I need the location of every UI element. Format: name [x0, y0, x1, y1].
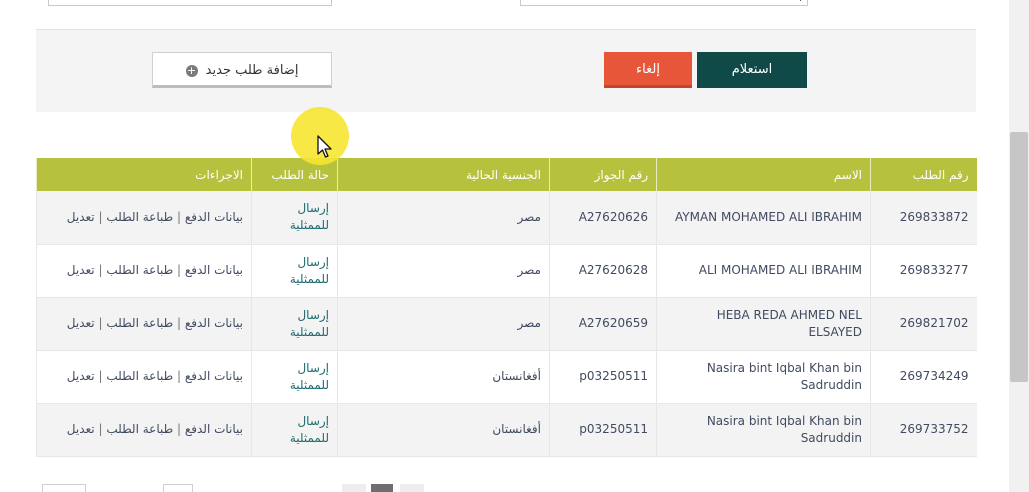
- edit-link[interactable]: تعديل: [67, 263, 95, 277]
- cell-request-no: 269733752: [870, 403, 977, 457]
- cell-request-no: 269821702: [870, 297, 977, 351]
- add-new-label: إضافة طلب جديد: [205, 63, 299, 78]
- print-request-link[interactable]: طباعة الطلب: [106, 210, 173, 224]
- edit-link[interactable]: تعديل: [67, 369, 95, 383]
- print-request-link[interactable]: طباعة الطلب: [106, 369, 173, 383]
- cell-request-no: 269833872: [870, 191, 977, 245]
- separator: |: [98, 369, 103, 383]
- pager-button[interactable]: [400, 484, 424, 492]
- cell-request-no: 269833277: [870, 244, 977, 298]
- cell-passport-no: A27620659: [549, 297, 657, 351]
- pager-page-size-select[interactable]: [42, 484, 86, 492]
- cancel-label: إلغاء: [636, 62, 660, 77]
- header-name[interactable]: الاسم: [656, 158, 871, 191]
- payment-data-link[interactable]: بيانات الدفع: [185, 369, 243, 383]
- payment-data-link[interactable]: بيانات الدفع: [185, 263, 243, 277]
- print-request-link[interactable]: طباعة الطلب: [106, 316, 173, 330]
- header-nationality[interactable]: الجنسية الحالية: [337, 158, 550, 191]
- table-row: 269734249 Nasira bint Iqbal Khan bin Sad…: [36, 350, 977, 404]
- search-label: استعلام: [731, 62, 773, 77]
- edit-link[interactable]: تعديل: [67, 210, 95, 224]
- separator: |: [98, 316, 103, 330]
- payment-data-link[interactable]: بيانات الدفع: [185, 422, 243, 436]
- pager-button[interactable]: [342, 484, 366, 492]
- cell-passport-no: A27620626: [549, 191, 657, 245]
- page: إضافة طلب جديد + إلغاء استعلام رقم الطلب…: [0, 0, 1029, 492]
- cell-actions: بيانات الدفع | طباعة الطلب | تعديل: [36, 244, 252, 298]
- cell-actions: بيانات الدفع | طباعة الطلب | تعديل: [36, 350, 252, 404]
- separator: |: [98, 263, 103, 277]
- dropdown-caret-icon: [800, 0, 801, 1]
- edit-link[interactable]: تعديل: [67, 422, 95, 436]
- pager-input[interactable]: [163, 484, 193, 492]
- form-field-right[interactable]: [520, 0, 808, 6]
- cell-nationality: مصر: [337, 244, 550, 298]
- edit-link[interactable]: تعديل: [67, 316, 95, 330]
- header-passport-no[interactable]: رقم الجواز: [549, 158, 657, 191]
- cell-name: Nasira bint Iqbal Khan bin Sadruddin: [656, 403, 871, 457]
- header-request-no[interactable]: رقم الطلب: [870, 158, 977, 191]
- separator: |: [176, 263, 182, 277]
- cell-request-no: 269734249: [870, 350, 977, 404]
- plus-circle-icon: +: [185, 63, 198, 77]
- cell-nationality: أفغانستان: [337, 403, 550, 457]
- cell-actions: بيانات الدفع | طباعة الطلب | تعديل: [36, 191, 252, 245]
- cell-status: إرسال للممثلية: [251, 297, 338, 351]
- cell-nationality: مصر: [337, 191, 550, 245]
- add-new-request-button[interactable]: إضافة طلب جديد +: [152, 52, 332, 88]
- print-request-link[interactable]: طباعة الطلب: [106, 263, 173, 277]
- cell-name: HEBA REDA AHMED NEL ELSAYED: [656, 297, 871, 351]
- cell-status: إرسال للممثلية: [251, 191, 338, 245]
- print-request-link[interactable]: طباعة الطلب: [106, 422, 173, 436]
- cell-name: AYMAN MOHAMED ALI IBRAHIM: [656, 191, 871, 245]
- mouse-pointer-icon: [317, 135, 332, 158]
- separator: |: [176, 369, 182, 383]
- cell-name: ALI MOHAMED ALI IBRAHIM: [656, 244, 871, 298]
- table-row: 269821702 HEBA REDA AHMED NEL ELSAYED A2…: [36, 297, 977, 351]
- cell-name: Nasira bint Iqbal Khan bin Sadruddin: [656, 350, 871, 404]
- separator: |: [98, 422, 103, 436]
- form-fields-row: [36, 0, 976, 30]
- payment-data-link[interactable]: بيانات الدفع: [185, 316, 243, 330]
- cell-nationality: أفغانستان: [337, 350, 550, 404]
- table-row: 269733752 Nasira bint Iqbal Khan bin Sad…: [36, 403, 977, 457]
- cell-passport-no: p03250511: [549, 403, 657, 457]
- separator: |: [176, 422, 182, 436]
- cell-nationality: مصر: [337, 297, 550, 351]
- cancel-button[interactable]: إلغاء: [604, 52, 692, 88]
- form-field-left[interactable]: [48, 0, 332, 6]
- payment-data-link[interactable]: بيانات الدفع: [185, 210, 243, 224]
- search-form-panel: إضافة طلب جديد + إلغاء استعلام: [36, 0, 976, 112]
- cell-passport-no: A27620628: [549, 244, 657, 298]
- cell-status: إرسال للممثلية: [251, 350, 338, 404]
- separator: |: [176, 316, 182, 330]
- scrollbar-thumb[interactable]: [1010, 132, 1028, 382]
- cell-actions: بيانات الدفع | طباعة الطلب | تعديل: [36, 297, 252, 351]
- table-header-row: رقم الطلب الاسم رقم الجواز الجنسية الحال…: [36, 158, 977, 191]
- separator: |: [98, 209, 103, 224]
- cell-passport-no: p03250511: [549, 350, 657, 404]
- cell-status: إرسال للممثلية: [251, 403, 338, 457]
- requests-table: رقم الطلب الاسم رقم الجواز الجنسية الحال…: [36, 158, 977, 457]
- pager-current-page[interactable]: [371, 484, 393, 492]
- table-row: 269833872 AYMAN MOHAMED ALI IBRAHIM A276…: [36, 191, 977, 245]
- cell-actions: بيانات الدفع | طباعة الطلب | تعديل: [36, 403, 252, 457]
- cell-status: إرسال للممثلية: [251, 244, 338, 298]
- separator: |: [176, 209, 182, 224]
- search-button[interactable]: استعلام: [697, 52, 807, 88]
- header-actions: الاجراءات: [36, 158, 252, 191]
- table-row: 269833277 ALI MOHAMED ALI IBRAHIM A27620…: [36, 244, 977, 298]
